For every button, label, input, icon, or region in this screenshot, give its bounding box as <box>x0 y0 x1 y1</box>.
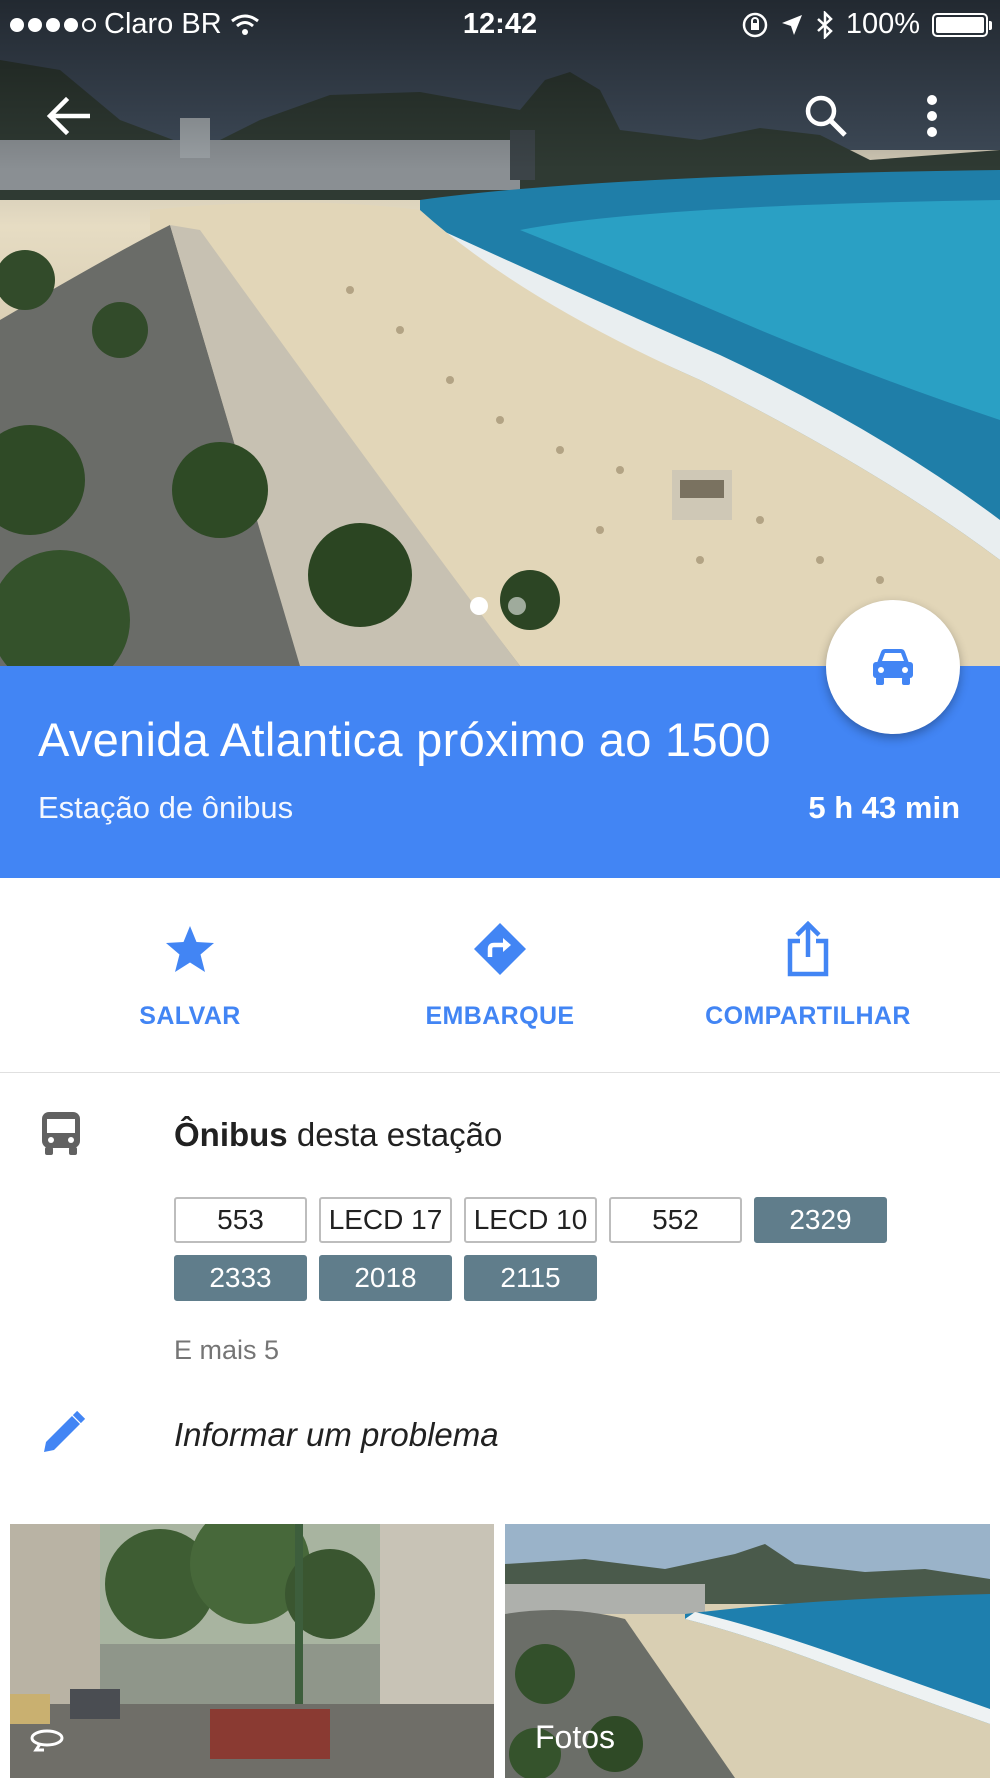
place-category: Estação de ônibus <box>38 790 294 825</box>
car-icon <box>873 649 913 685</box>
overflow-menu-button[interactable] <box>902 86 962 146</box>
route-chip[interactable]: 552 <box>609 1197 742 1243</box>
street-view-image <box>10 1524 494 1778</box>
report-problem-link[interactable]: Informar um problema <box>174 1416 499 1454</box>
status-bar: Claro BR 12:42 100% <box>0 0 1000 50</box>
search-button[interactable] <box>796 86 856 146</box>
location-arrow-icon <box>781 14 802 35</box>
bus-heading-rest: desta estação <box>287 1116 503 1153</box>
pager-dot-1[interactable] <box>470 597 488 615</box>
route-chip[interactable]: LECD 17 <box>319 1197 452 1243</box>
street-view-thumbnail[interactable] <box>10 1524 494 1778</box>
place-title: Avenida Atlantica próximo ao 1500 <box>38 713 771 766</box>
star-icon <box>166 926 214 972</box>
pager-dot-2[interactable] <box>508 597 526 615</box>
route-chip[interactable]: 2115 <box>464 1255 597 1301</box>
route-chip[interactable]: 553 <box>174 1197 307 1243</box>
route-chip[interactable]: 2333 <box>174 1255 307 1301</box>
more-vert-icon <box>927 95 937 137</box>
route-chip[interactable]: 2329 <box>754 1197 887 1243</box>
save-button[interactable]: SALVAR <box>40 920 340 1031</box>
share-button[interactable]: COMPARTILHAR <box>658 920 958 1031</box>
pencil-icon <box>44 1410 86 1452</box>
search-icon <box>805 95 847 137</box>
bluetooth-icon <box>816 10 833 39</box>
hero-photo[interactable]: Claro BR 12:42 100% <box>0 0 1000 666</box>
route-chip[interactable]: LECD 10 <box>464 1197 597 1243</box>
bus-heading-bold: Ônibus <box>174 1116 288 1153</box>
photo-pager <box>470 597 526 615</box>
travel-time: 5 h 43 min <box>808 790 960 825</box>
board-label: EMBARQUE <box>425 1002 575 1030</box>
photos-thumbnail[interactable]: Fotos <box>505 1524 990 1778</box>
status-bar-right: 100% <box>742 8 992 41</box>
route-chip[interactable]: 2018 <box>319 1255 452 1301</box>
battery-level <box>936 16 984 33</box>
back-arrow-icon <box>46 96 90 136</box>
action-bar: SALVAR EMBARQUE COMPARTILHAR <box>0 878 1000 1073</box>
bus-section-heading: Ônibus desta estação <box>174 1116 502 1154</box>
orientation-lock-icon <box>742 12 768 37</box>
battery-percent: 100% <box>845 8 920 40</box>
directions-car-button[interactable] <box>826 600 960 734</box>
back-button[interactable] <box>38 86 98 146</box>
save-label: SALVAR <box>139 1002 241 1030</box>
directions-icon <box>474 923 526 975</box>
bus-icon <box>42 1112 80 1155</box>
share-icon <box>787 921 829 977</box>
battery-icon <box>932 12 992 37</box>
more-routes-link[interactable]: E mais 5 <box>174 1335 279 1366</box>
share-label: COMPARTILHAR <box>705 1002 911 1030</box>
panorama-icon <box>30 1729 64 1752</box>
board-button[interactable]: EMBARQUE <box>350 920 650 1031</box>
photos-label: Fotos <box>535 1719 616 1755</box>
